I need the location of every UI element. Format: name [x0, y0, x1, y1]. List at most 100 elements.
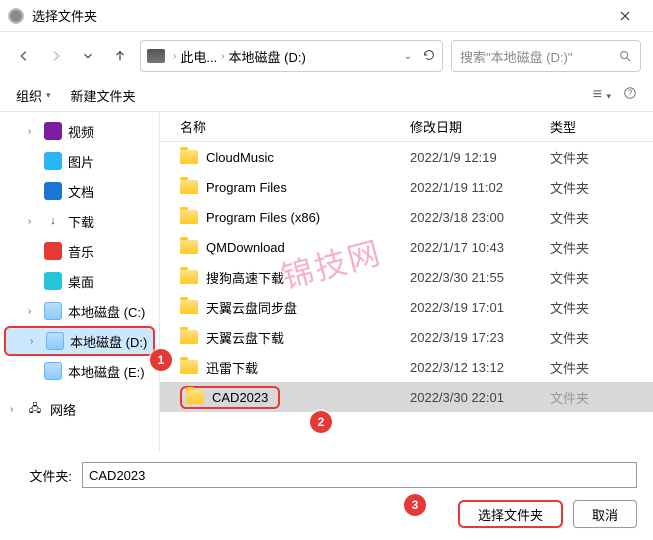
svg-text:?: ?: [628, 89, 633, 98]
file-row[interactable]: 天翼云盘下载 2022/3/19 17:23 文件夹: [160, 322, 653, 352]
file-row[interactable]: Program Files (x86) 2022/3/18 23:00 文件夹: [160, 202, 653, 232]
folder-label: 文件夹:: [16, 466, 72, 485]
file-name: CloudMusic: [206, 150, 274, 165]
view-button[interactable]: ≡ ▾: [593, 86, 611, 105]
file-row[interactable]: 搜狗高速下载 2022/3/30 21:55 文件夹: [160, 262, 653, 292]
tree-item-icon: [44, 362, 62, 380]
file-date: 2022/3/30 22:01: [410, 390, 550, 405]
column-type[interactable]: 类型: [550, 117, 653, 136]
help-icon: ?: [623, 86, 637, 100]
tree-item[interactable]: › 视频: [0, 116, 159, 146]
tree-item[interactable]: › 本地磁盘 (D:): [4, 326, 155, 356]
tree-item[interactable]: › 本地磁盘 (C:): [0, 296, 159, 326]
file-row[interactable]: CAD2023 2022/3/30 22:01 文件夹: [160, 382, 653, 412]
chevron-icon: ›: [28, 126, 38, 137]
file-date: 2022/1/19 11:02: [410, 180, 550, 195]
close-icon: [620, 11, 630, 21]
up-button[interactable]: [108, 44, 132, 68]
tree-item-label: 文档: [68, 182, 94, 201]
search-icon: [618, 49, 632, 63]
column-date[interactable]: 修改日期: [410, 117, 550, 136]
chevron-down-icon: [81, 49, 95, 63]
file-name: 天翼云盘同步盘: [206, 298, 297, 317]
file-type: 文件夹: [550, 148, 653, 167]
file-type: 文件夹: [550, 178, 653, 197]
search-input[interactable]: 搜索"本地磁盘 (D:)": [451, 40, 641, 72]
folder-input[interactable]: [82, 462, 637, 488]
chevron-right-icon: ›: [173, 51, 176, 62]
tree-item[interactable]: 图片: [0, 146, 159, 176]
recent-button[interactable]: [76, 44, 100, 68]
breadcrumb-pc[interactable]: 此电...: [180, 47, 217, 66]
file-row[interactable]: CloudMusic 2022/1/9 12:19 文件夹: [160, 142, 653, 172]
column-name[interactable]: 名称: [180, 117, 410, 136]
file-row[interactable]: 天翼云盘同步盘 2022/3/19 17:01 文件夹: [160, 292, 653, 322]
close-button[interactable]: [605, 0, 645, 32]
arrow-up-icon: [113, 49, 127, 63]
file-list[interactable]: 名称 修改日期 类型 CloudMusic 2022/1/9 12:19 文件夹…: [160, 112, 653, 452]
chevron-down-icon[interactable]: ⌄: [404, 51, 412, 62]
arrow-left-icon: [17, 49, 31, 63]
file-date: 2022/1/17 10:43: [410, 240, 550, 255]
cancel-button[interactable]: 取消: [573, 500, 637, 528]
refresh-button[interactable]: [422, 48, 436, 65]
file-date: 2022/3/18 23:00: [410, 210, 550, 225]
file-type: 文件夹: [550, 298, 653, 317]
tree-item[interactable]: 音乐: [0, 236, 159, 266]
new-folder-button[interactable]: 新建文件夹: [71, 86, 136, 105]
file-name: 迅雷下载: [206, 358, 258, 377]
tree-item-label: 本地磁盘 (E:): [68, 362, 145, 381]
tree-item[interactable]: › 🖧 网络: [0, 394, 159, 424]
file-name: CAD2023: [212, 390, 268, 405]
chevron-icon: ›: [28, 306, 38, 317]
tree-item[interactable]: 文档: [0, 176, 159, 206]
file-row[interactable]: Program Files 2022/1/19 11:02 文件夹: [160, 172, 653, 202]
folder-icon: [180, 180, 198, 194]
organize-button[interactable]: 组织▾: [16, 86, 51, 105]
file-date: 2022/3/19 17:23: [410, 330, 550, 345]
tree-item-icon: [44, 302, 62, 320]
tree-item-icon: [44, 122, 62, 140]
tree-item-label: 桌面: [68, 272, 94, 291]
select-folder-button[interactable]: 选择文件夹: [458, 500, 563, 528]
tree-item[interactable]: 桌面: [0, 266, 159, 296]
tree-item[interactable]: › ↓ 下载: [0, 206, 159, 236]
folder-icon: [180, 330, 198, 344]
annotation-2: 2: [310, 411, 332, 433]
tree-item-icon: [44, 152, 62, 170]
file-name: 天翼云盘下载: [206, 328, 284, 347]
file-type: 文件夹: [550, 238, 653, 257]
annotation-3: 3: [404, 494, 426, 516]
window-title: 选择文件夹: [32, 6, 605, 25]
refresh-icon: [422, 48, 436, 62]
help-button[interactable]: ?: [623, 86, 637, 105]
file-row[interactable]: QMDownload 2022/1/17 10:43 文件夹: [160, 232, 653, 262]
file-type: 文件夹: [550, 268, 653, 287]
breadcrumb[interactable]: › 此电... › 本地磁盘 (D:) ⌄: [140, 40, 443, 72]
chevron-icon: ›: [30, 336, 40, 347]
file-date: 2022/3/30 21:55: [410, 270, 550, 285]
tree-item-icon: [44, 182, 62, 200]
file-type: 文件夹: [550, 388, 653, 407]
file-row[interactable]: 迅雷下载 2022/3/12 13:12 文件夹: [160, 352, 653, 382]
file-name: Program Files (x86): [206, 210, 320, 225]
file-name: Program Files: [206, 180, 287, 195]
tree-item-label: 本地磁盘 (C:): [68, 302, 145, 321]
tree-item-icon: [44, 242, 62, 260]
tree-view[interactable]: › 视频 图片 文档› ↓ 下载 音乐 桌面› 本地磁盘 (C:)› 本地磁盘 …: [0, 112, 160, 452]
file-name: 搜狗高速下载: [206, 268, 284, 287]
tree-item-icon: 🖧: [26, 400, 44, 418]
arrow-right-icon: [49, 49, 63, 63]
back-button[interactable]: [12, 44, 36, 68]
search-placeholder: 搜索"本地磁盘 (D:)": [460, 47, 573, 66]
forward-button[interactable]: [44, 44, 68, 68]
file-date: 2022/3/19 17:01: [410, 300, 550, 315]
file-type: 文件夹: [550, 358, 653, 377]
chevron-icon: ›: [10, 404, 20, 415]
tree-item-label: 本地磁盘 (D:): [70, 332, 147, 351]
tree-item-icon: [44, 272, 62, 290]
tree-item-label: 音乐: [68, 242, 94, 261]
tree-item[interactable]: 本地磁盘 (E:): [0, 356, 159, 386]
folder-icon: [180, 240, 198, 254]
breadcrumb-drive[interactable]: 本地磁盘 (D:): [229, 47, 306, 66]
